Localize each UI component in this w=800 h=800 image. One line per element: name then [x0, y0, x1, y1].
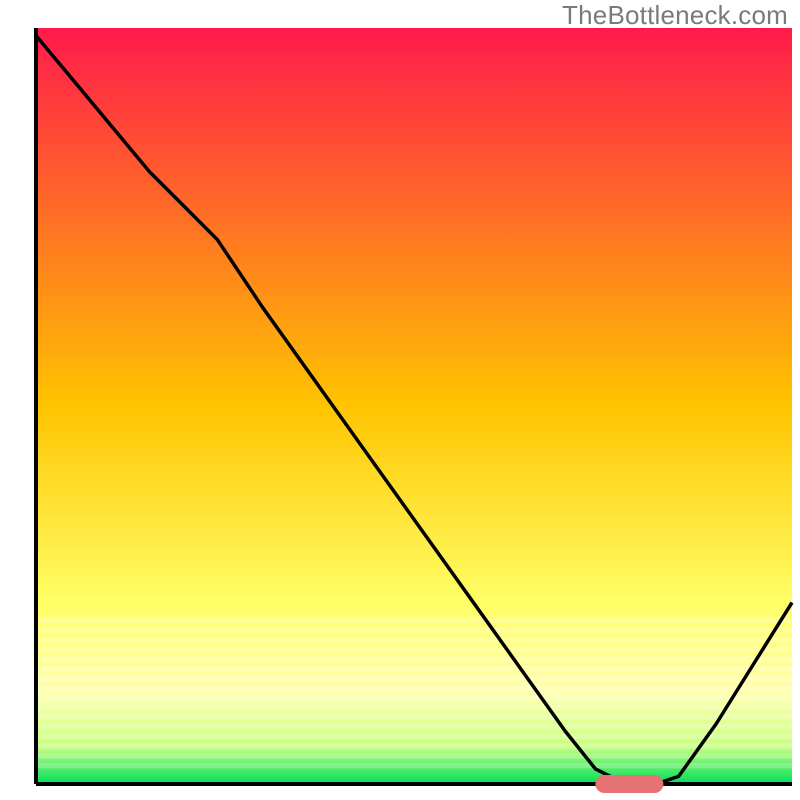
chart-container: TheBottleneck.com: [0, 0, 800, 800]
optimal-range-marker: [595, 775, 663, 793]
bottleneck-chart: [0, 0, 800, 800]
